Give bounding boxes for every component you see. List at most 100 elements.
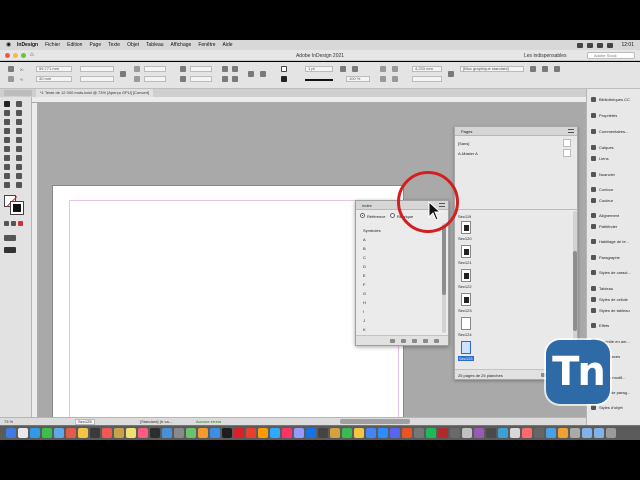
index-entry[interactable]: K — [363, 327, 366, 332]
update-preview-icon[interactable] — [401, 339, 406, 343]
photoshop-icon[interactable] — [270, 428, 280, 438]
opacity-field[interactable]: 100 % — [346, 76, 370, 82]
facetime-icon[interactable] — [90, 428, 100, 438]
app-icon[interactable] — [414, 428, 424, 438]
content-collector-icon[interactable] — [4, 119, 10, 125]
trash-icon[interactable] — [606, 428, 616, 438]
object-style-field[interactable]: [Bloc graphique standard] — [460, 66, 524, 72]
gradient-feather-tool-icon[interactable] — [16, 164, 22, 170]
dock-char-styles[interactable]: Styles de caract... — [591, 270, 631, 275]
fit-frame-icon[interactable] — [392, 76, 398, 82]
app-icon[interactable] — [534, 428, 544, 438]
dock-swatches[interactable]: Nuancier — [591, 172, 615, 177]
generate-index-icon[interactable] — [412, 339, 417, 343]
index-entry[interactable]: B — [363, 246, 366, 251]
dock-layers[interactable]: Calques — [591, 145, 614, 150]
document-tab[interactable]: *1 Texte de 12 000 mots.indd @ 73% [Aper… — [36, 89, 154, 97]
corner-shape-field[interactable] — [412, 76, 442, 82]
index-entry[interactable]: G — [363, 291, 366, 296]
panel-menu-icon[interactable] — [568, 129, 574, 133]
dock-cell-styles[interactable]: Styles de cellule — [591, 297, 628, 302]
index-entry[interactable]: Symboles — [363, 228, 381, 233]
app-icon[interactable] — [402, 428, 412, 438]
height-field[interactable] — [80, 76, 114, 82]
scale-x-icon[interactable] — [134, 66, 140, 72]
indesign-icon[interactable] — [282, 428, 292, 438]
menu-texte[interactable]: Texte — [108, 42, 120, 48]
premiere-icon[interactable] — [294, 428, 304, 438]
menu-affichage[interactable]: Affichage — [171, 42, 192, 48]
rotate-cw-icon[interactable] — [222, 66, 228, 72]
select-content-icon[interactable] — [260, 71, 266, 77]
scissors-tool-icon[interactable] — [4, 155, 10, 161]
spotify-icon[interactable] — [426, 428, 436, 438]
scale-y-field[interactable] — [144, 76, 166, 82]
photos-icon[interactable] — [78, 428, 88, 438]
constrain-proportions-icon[interactable] — [120, 71, 126, 77]
media-encoder-icon[interactable] — [318, 428, 328, 438]
index-entry[interactable]: E — [363, 273, 366, 278]
apply-none-icon[interactable] — [18, 221, 23, 226]
app-store-icon[interactable] — [162, 428, 172, 438]
dock-cc-libraries[interactable]: Bibliothèques CC — [591, 97, 630, 102]
menu-aide[interactable]: Aide — [223, 42, 233, 48]
preflight-status[interactable]: Aucune erreur — [196, 419, 221, 424]
tv-icon[interactable] — [150, 428, 160, 438]
dock-stroke[interactable]: Contour — [591, 187, 613, 192]
fill-swatch-icon[interactable] — [281, 66, 287, 72]
dock-properties[interactable]: Propriétés — [591, 113, 617, 118]
app-icon[interactable] — [486, 428, 496, 438]
page-thumb[interactable] — [461, 293, 471, 306]
bridge-icon[interactable] — [306, 428, 316, 438]
calendar-icon[interactable] — [102, 428, 112, 438]
zoom-tool-icon[interactable] — [16, 182, 22, 188]
document-page[interactable] — [52, 185, 404, 417]
menu-edition[interactable]: Edition — [67, 42, 82, 48]
app-icon[interactable] — [450, 428, 460, 438]
app-icon[interactable] — [342, 428, 352, 438]
master-none-thumb[interactable] — [563, 139, 571, 147]
drop-shadow-icon[interactable] — [352, 66, 358, 72]
rectangle-frame-tool-icon[interactable] — [4, 146, 10, 152]
hand-tool-icon[interactable] — [4, 182, 10, 188]
contacts-icon[interactable] — [114, 428, 124, 438]
rotate-icon[interactable] — [180, 66, 186, 72]
page-tool-icon[interactable] — [4, 110, 10, 116]
chrome-icon[interactable] — [366, 428, 376, 438]
style-status[interactable]: [Standard] (tr ca... — [140, 419, 172, 424]
adobe-stock-search-input[interactable]: Adobe Stock — [587, 52, 635, 59]
pen-tool-icon[interactable] — [4, 137, 10, 143]
scale-y-icon[interactable] — [134, 76, 140, 82]
illustrator-icon[interactable] — [258, 428, 268, 438]
delete-entry-icon[interactable] — [434, 339, 439, 343]
dock-object-styles[interactable]: Styles d'objet — [591, 405, 623, 410]
index-entry[interactable]: C — [363, 255, 366, 260]
app-icon[interactable] — [438, 428, 448, 438]
keynote-icon[interactable] — [210, 428, 220, 438]
terminal-icon[interactable] — [222, 428, 232, 438]
page-thumb[interactable] — [461, 269, 471, 282]
messages-icon[interactable] — [42, 428, 52, 438]
dock-comments[interactable]: Commentaires... — [591, 129, 628, 134]
app-icon[interactable] — [498, 428, 508, 438]
shear-field[interactable] — [190, 76, 212, 82]
spotlight-icon[interactable] — [607, 42, 614, 48]
folder-icon[interactable] — [582, 428, 592, 438]
app-icon[interactable] — [354, 428, 364, 438]
topic-radio[interactable] — [390, 213, 395, 218]
app-icon[interactable] — [390, 428, 400, 438]
gradient-swatch-tool-icon[interactable] — [4, 164, 10, 170]
page-thumb[interactable] — [461, 317, 471, 330]
index-entry[interactable]: D — [363, 264, 366, 269]
battery-icon[interactable] — [587, 42, 594, 48]
stroke-color-icon[interactable] — [10, 201, 24, 215]
fit-content-icon[interactable] — [380, 76, 386, 82]
index-entry[interactable]: J — [363, 318, 365, 323]
zoom-level[interactable]: 73 % — [4, 419, 13, 424]
stroke-type-preview[interactable] — [305, 79, 333, 81]
selection-tool-icon[interactable] — [4, 101, 10, 107]
dock-paragraph[interactable]: Paragraphe — [591, 255, 620, 260]
index-entry[interactable]: A — [363, 237, 366, 242]
x-position-field[interactable]: 59,771 mm — [36, 66, 72, 72]
menu-page[interactable]: Page — [89, 42, 101, 48]
